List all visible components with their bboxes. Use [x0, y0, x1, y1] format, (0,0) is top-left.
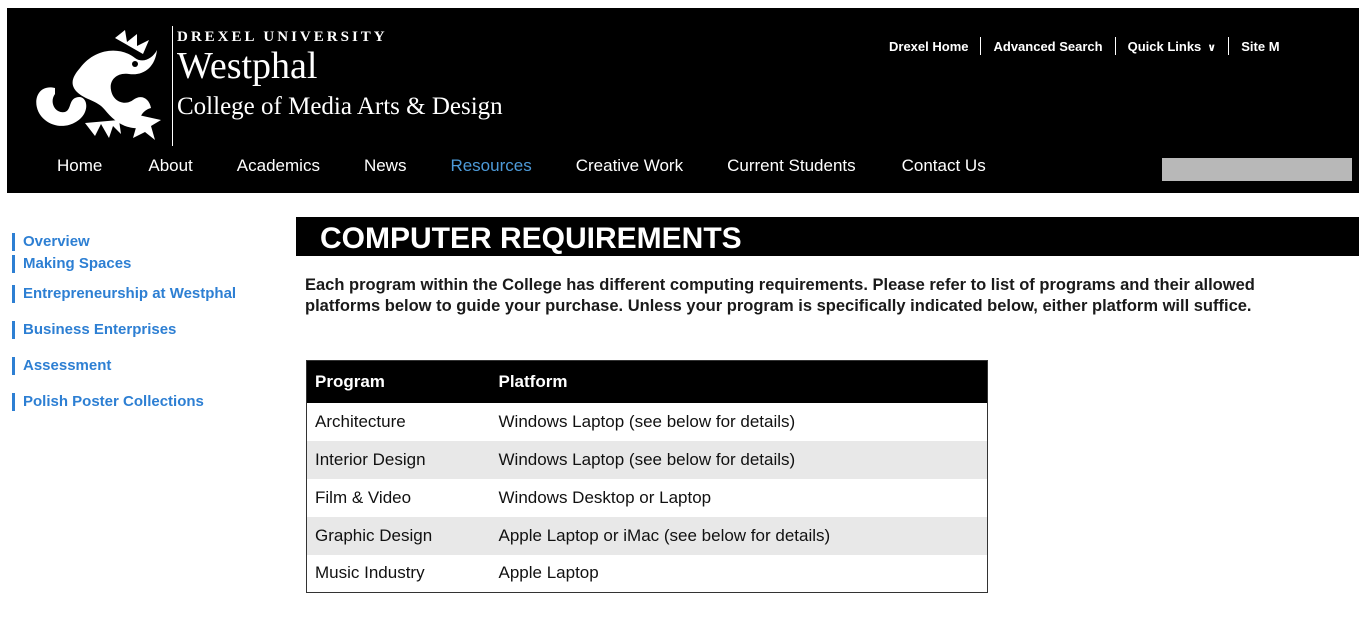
table-cell-program: Architecture	[315, 411, 406, 431]
table-cell-platform: Windows Desktop or Laptop	[498, 487, 712, 507]
table-cell-platform: Apple Laptop or iMac (see below for deta…	[490, 516, 988, 555]
table-cell-program: Music Industry	[315, 563, 425, 583]
table-row: Film & Video Windows Desktop or Laptop	[307, 479, 988, 517]
table-cell-platform: Windows Laptop (see below for details)	[490, 440, 988, 479]
requirements-table: Program Platform Architecture Windows La…	[306, 360, 988, 593]
page-title: COMPUTER REQUIREMENTS	[296, 217, 1359, 256]
nav-contact-us[interactable]: Contact Us	[902, 156, 986, 176]
table-cell-program: Film & Video	[315, 487, 412, 507]
nav-about[interactable]: About	[148, 156, 192, 176]
table-row: Graphic Design Apple Laptop or iMac (see…	[306, 516, 988, 555]
sidebar-item-making-spaces[interactable]: Making Spaces	[12, 255, 236, 273]
nav-resources[interactable]: Resources	[450, 156, 531, 176]
sidebar-item-business-enterprises[interactable]: Business Enterprises	[12, 321, 236, 339]
util-link-quick-links[interactable]: Quick Links ∨	[1116, 39, 1229, 54]
table-row: Interior Design Windows Laptop (see belo…	[306, 440, 988, 479]
table-cell-program: Graphic Design	[306, 516, 491, 555]
dragon-logo-icon	[36, 30, 161, 140]
util-link-advanced-search[interactable]: Advanced Search	[981, 39, 1114, 54]
search-input[interactable]	[1162, 158, 1352, 181]
table-header-platform: Platform	[490, 360, 988, 403]
site-logo[interactable]: DREXEL UNIVERSITY Westphal College of Me…	[7, 8, 567, 158]
table-cell-program: Interior Design	[306, 440, 491, 479]
util-link-site-map[interactable]: Site M	[1229, 39, 1291, 54]
chevron-down-icon: ∨	[1207, 41, 1217, 54]
table-cell-platform: Windows Laptop (see below for details)	[498, 411, 796, 431]
logo-name: Westphal	[177, 45, 318, 87]
sidebar: Overview Making Spaces Entrepreneurship …	[12, 233, 236, 411]
nav-creative-work[interactable]: Creative Work	[576, 156, 683, 176]
logo-divider	[172, 26, 173, 146]
table-cell-platform: Apple Laptop	[498, 563, 599, 583]
nav-academics[interactable]: Academics	[237, 156, 320, 176]
nav-news[interactable]: News	[364, 156, 407, 176]
sidebar-item-assessment[interactable]: Assessment	[12, 357, 236, 375]
utility-nav: Drexel Home Advanced Search Quick Links ∨…	[877, 37, 1292, 55]
sidebar-item-polish-poster-collections[interactable]: Polish Poster Collections	[12, 393, 236, 411]
util-link-drexel-home[interactable]: Drexel Home	[877, 39, 980, 54]
nav-home[interactable]: Home	[57, 156, 102, 176]
quick-links-label: Quick Links	[1127, 38, 1202, 54]
sidebar-item-overview[interactable]: Overview	[12, 233, 236, 251]
table-header-program: Program	[306, 360, 491, 403]
table-header-row: Program Platform	[306, 360, 988, 403]
intro-text: Each program within the College has diff…	[305, 276, 1255, 315]
sidebar-item-entrepreneurship[interactable]: Entrepreneurship at Westphal	[12, 285, 236, 303]
table-row: Architecture Windows Laptop (see below f…	[307, 403, 988, 441]
logo-text: DREXEL UNIVERSITY Westphal College of Me…	[177, 28, 503, 122]
table-row: Music Industry Apple Laptop	[307, 555, 988, 593]
site-header: DREXEL UNIVERSITY Westphal College of Me…	[7, 8, 1359, 193]
main-nav: Home About Academics News Resources Crea…	[7, 156, 986, 176]
nav-current-students[interactable]: Current Students	[727, 156, 856, 176]
logo-college: College of Media Arts & Design	[177, 93, 503, 120]
